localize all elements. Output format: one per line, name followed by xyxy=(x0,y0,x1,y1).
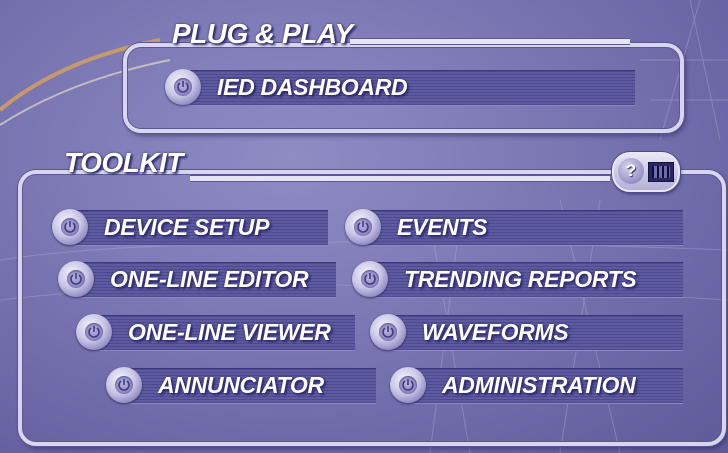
power-knob-icon xyxy=(390,367,426,403)
toolkit-heading: TOOLKIT xyxy=(64,147,183,178)
trending-reports-label: TRENDING REPORTS xyxy=(404,265,637,292)
ied-dashboard-button[interactable]: IED DASHBOARD xyxy=(165,67,408,107)
power-icon xyxy=(357,221,369,233)
administration-label: ADMINISTRATION xyxy=(442,371,636,398)
film-icon xyxy=(648,162,674,182)
power-icon xyxy=(402,379,414,391)
power-icon xyxy=(364,273,376,285)
trending-reports-button[interactable]: TRENDING REPORTS xyxy=(352,259,637,299)
events-label: EVENTS xyxy=(397,213,488,240)
power-knob-icon xyxy=(370,314,406,350)
power-knob-icon xyxy=(106,367,142,403)
question-icon: ? xyxy=(618,158,644,184)
toolkit-heading-rule xyxy=(190,175,610,182)
power-icon xyxy=(177,81,189,93)
one-line-viewer-button[interactable]: ONE-LINE VIEWER xyxy=(76,312,331,352)
power-icon xyxy=(70,273,82,285)
power-icon xyxy=(88,326,100,338)
power-knob-icon xyxy=(76,314,112,350)
power-icon xyxy=(382,326,394,338)
device-setup-label: DEVICE SETUP xyxy=(104,213,270,240)
annunciator-label: ANNUNCIATOR xyxy=(158,371,324,398)
plug-and-play-heading-rule xyxy=(350,38,630,45)
one-line-editor-label: ONE-LINE EDITOR xyxy=(110,265,309,292)
power-knob-icon xyxy=(345,209,381,245)
waveforms-label: WAVEFORMS xyxy=(422,318,569,345)
one-line-editor-button[interactable]: ONE-LINE EDITOR xyxy=(58,259,309,299)
power-icon xyxy=(64,221,76,233)
power-knob-icon xyxy=(352,261,388,297)
administration-button[interactable]: ADMINISTRATION xyxy=(390,365,636,405)
annunciator-button[interactable]: ANNUNCIATOR xyxy=(106,365,324,405)
device-setup-button[interactable]: DEVICE SETUP xyxy=(52,207,269,247)
ied-dashboard-label: IED DASHBOARD xyxy=(217,73,408,100)
power-knob-icon xyxy=(165,69,201,105)
waveforms-button[interactable]: WAVEFORMS xyxy=(370,312,569,352)
power-icon xyxy=(118,379,130,391)
events-button[interactable]: EVENTS xyxy=(345,207,488,247)
help-button[interactable]: ? xyxy=(612,152,680,192)
power-knob-icon xyxy=(52,209,88,245)
power-knob-icon xyxy=(58,261,94,297)
plug-and-play-heading: PLUG & PLAY xyxy=(172,18,353,49)
one-line-viewer-label: ONE-LINE VIEWER xyxy=(128,318,331,345)
